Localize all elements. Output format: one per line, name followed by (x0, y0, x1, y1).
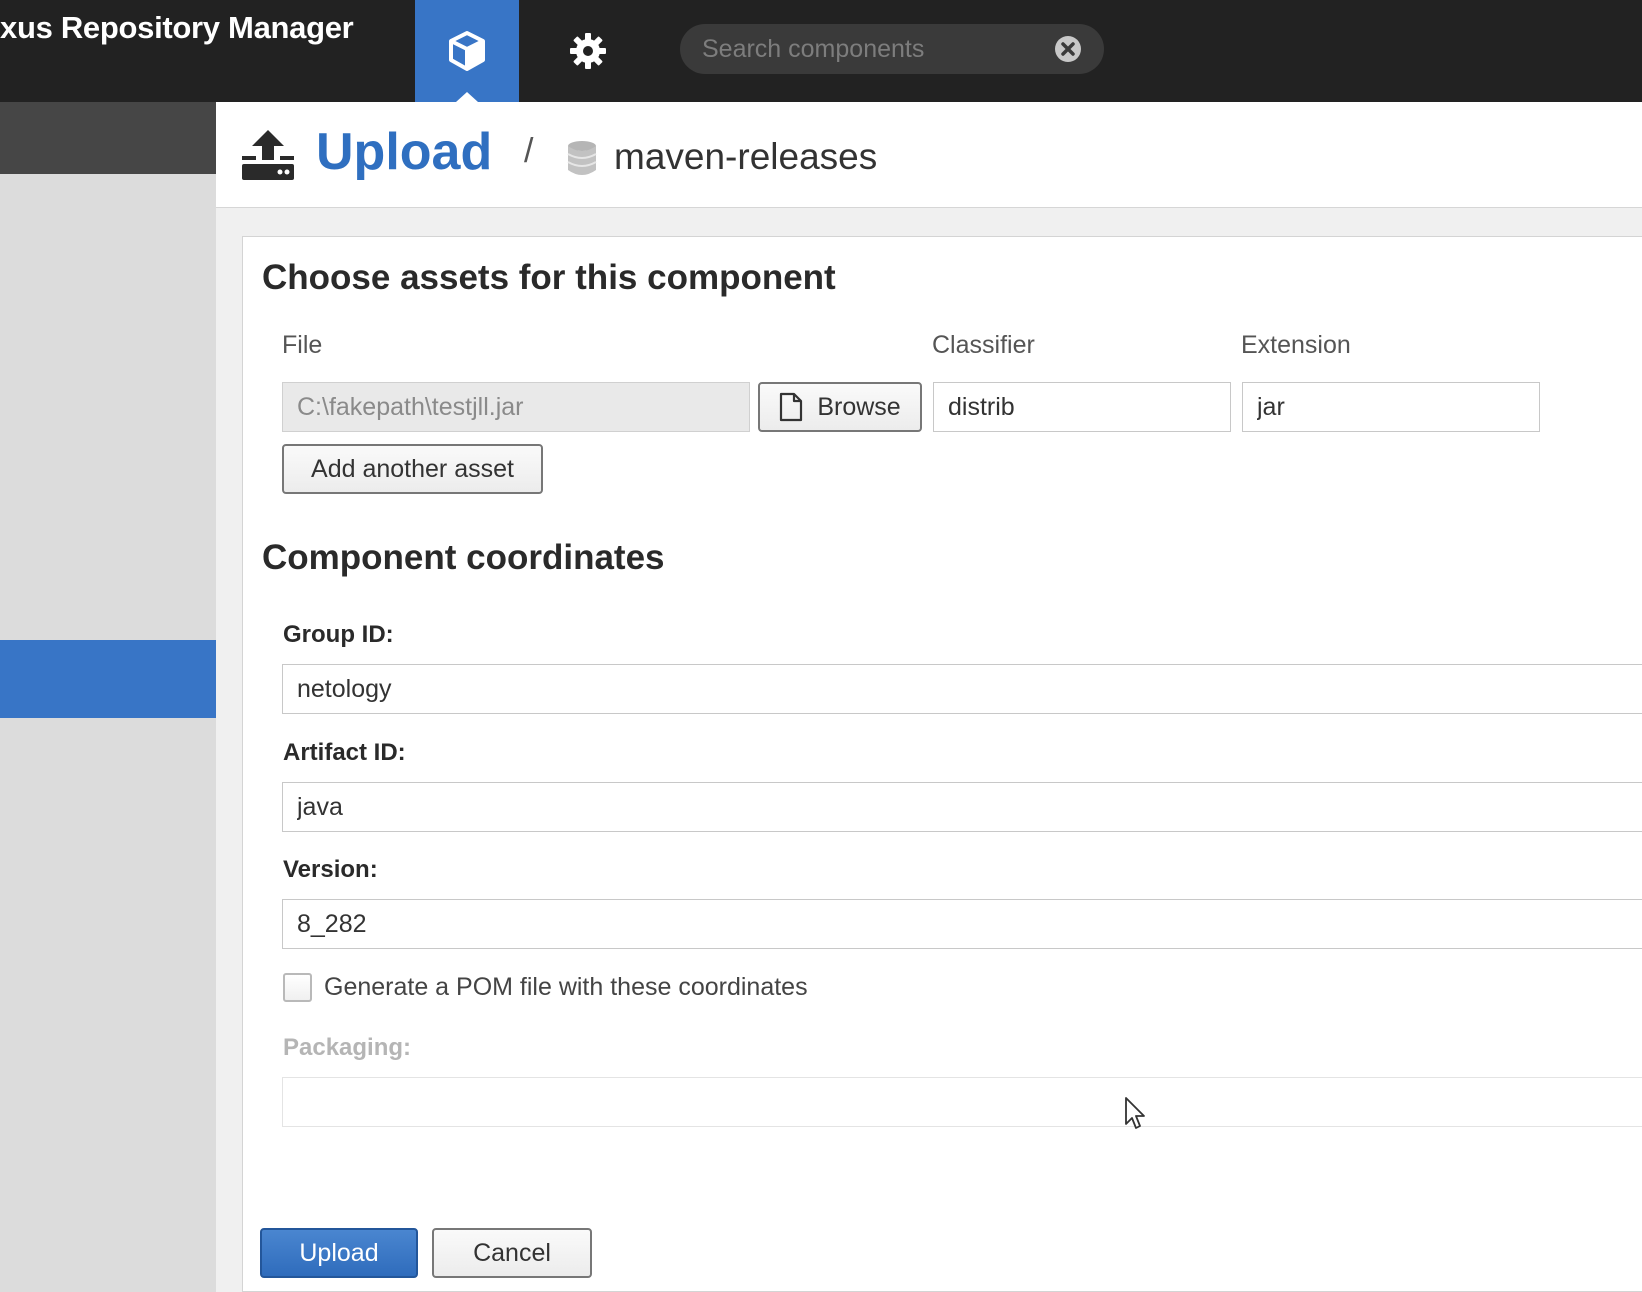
breadcrumb-repository[interactable]: maven-releases (614, 136, 877, 178)
extension-field[interactable] (1242, 382, 1540, 432)
classifier-field[interactable] (933, 382, 1231, 432)
gear-icon (570, 33, 606, 69)
top-navigation-bar: xus Repository Manager (0, 0, 1642, 102)
page-header: Upload / maven-releases (216, 102, 1642, 208)
assets-heading: Choose assets for this component (262, 258, 836, 297)
sidebar-item-upload[interactable] (0, 640, 216, 718)
artifact-id-field[interactable] (282, 782, 1642, 832)
extension-column-label: Extension (1241, 331, 1351, 359)
generate-pom-label[interactable]: Generate a POM file with these coordinat… (324, 973, 808, 1002)
breadcrumb-separator: / (524, 132, 534, 170)
group-id-label: Group ID: (283, 621, 394, 648)
browse-button-label: Browse (817, 392, 901, 421)
browse-button[interactable]: Browse (758, 382, 922, 432)
app-title: xus Repository Manager (0, 10, 354, 45)
group-id-field[interactable] (282, 664, 1642, 714)
generate-pom-checkbox[interactable] (283, 973, 312, 1002)
admin-nav-button[interactable] (540, 0, 636, 102)
file-path-field[interactable] (282, 382, 750, 432)
cube-icon (449, 31, 485, 71)
active-nav-indicator (456, 92, 478, 102)
search-box (680, 24, 1104, 74)
sidebar-header (0, 102, 216, 174)
file-icon (780, 392, 803, 422)
coordinates-heading: Component coordinates (262, 538, 665, 577)
packaging-label: Packaging: (283, 1034, 412, 1061)
left-sidebar (0, 102, 216, 1292)
cancel-button[interactable]: Cancel (432, 1228, 592, 1278)
artifact-id-label: Artifact ID: (283, 739, 406, 766)
version-field[interactable] (282, 899, 1642, 949)
search-input[interactable] (700, 24, 1040, 74)
mouse-cursor-icon (1125, 1097, 1145, 1129)
classifier-column-label: Classifier (932, 331, 1035, 359)
packaging-field[interactable] (282, 1077, 1642, 1127)
clear-search-icon[interactable] (1054, 35, 1082, 63)
upload-icon (242, 130, 294, 180)
add-another-asset-button[interactable]: Add another asset (282, 444, 543, 494)
file-column-label: File (282, 331, 323, 359)
browse-nav-button[interactable] (415, 0, 519, 102)
page-title: Upload (316, 123, 493, 181)
upload-button[interactable]: Upload (260, 1228, 418, 1278)
version-label: Version: (283, 856, 378, 883)
database-icon (567, 141, 597, 175)
